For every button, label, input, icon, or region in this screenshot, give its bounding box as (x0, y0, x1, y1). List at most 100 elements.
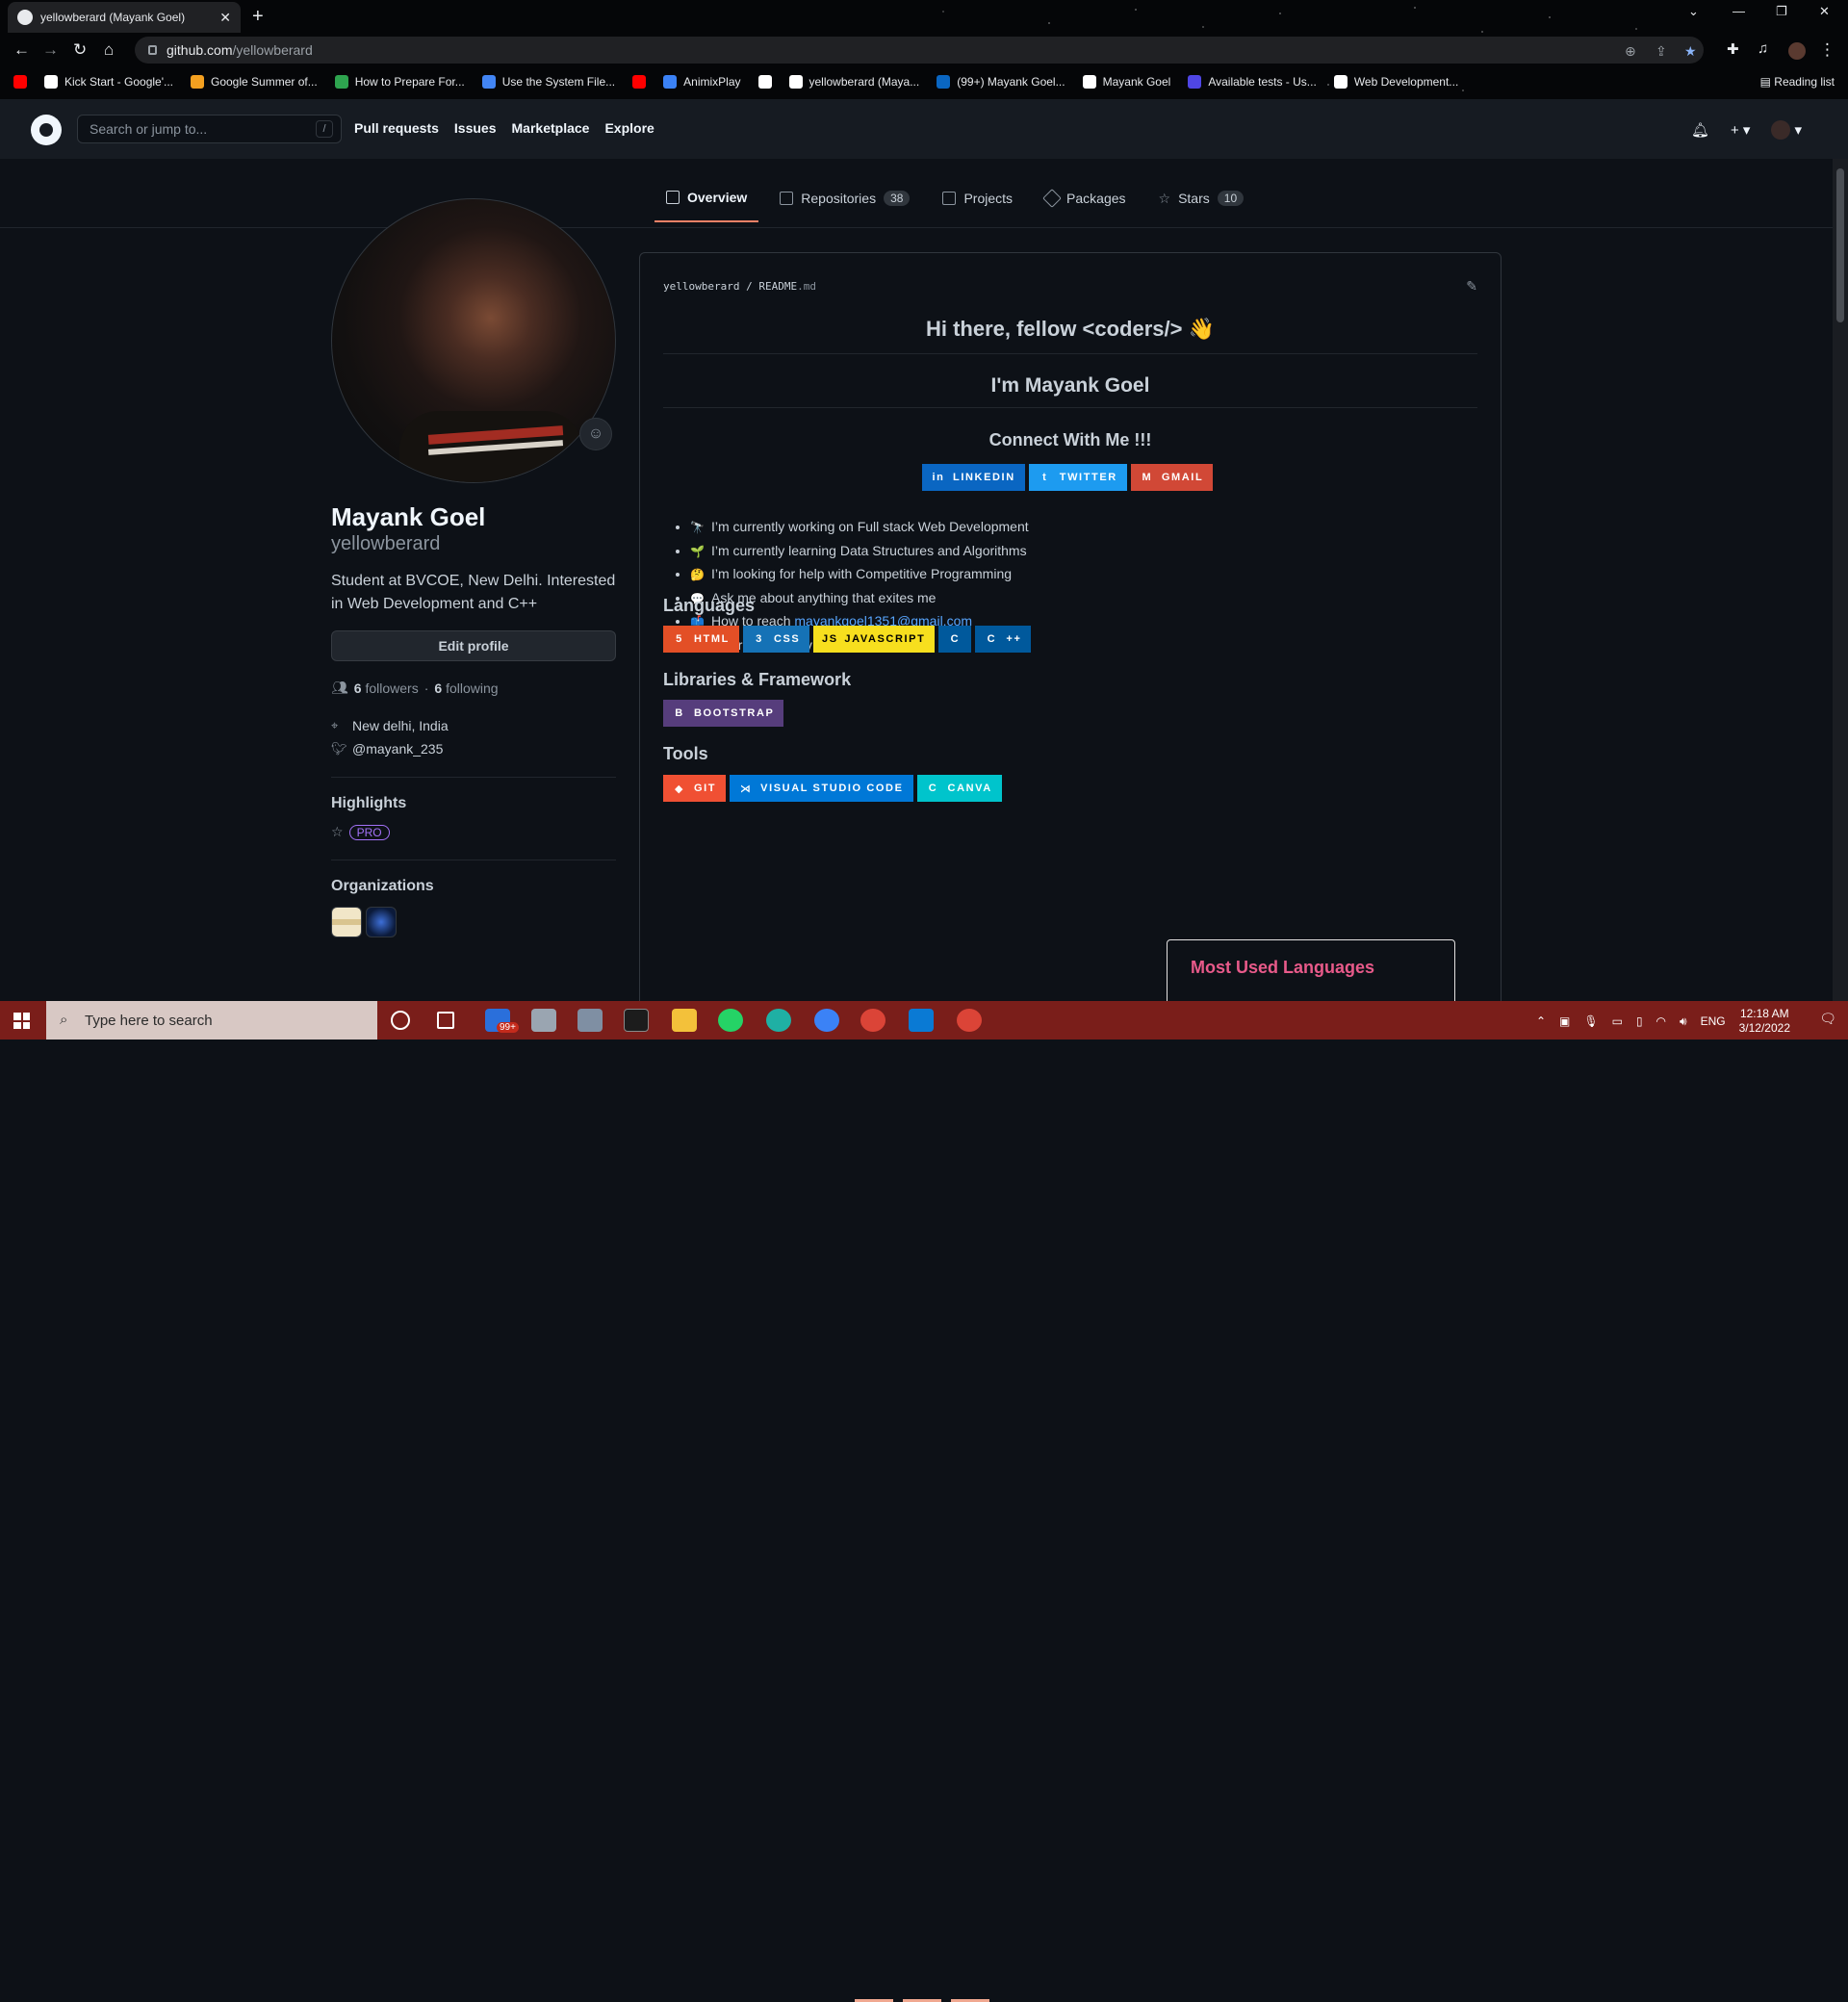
library-badge[interactable]: B BOOTSTRAP (663, 700, 784, 727)
bookmark-item[interactable] (757, 75, 772, 89)
tab-overview[interactable]: Overview (654, 190, 759, 222)
close-tab-icon[interactable]: ✕ (219, 10, 231, 26)
tab-projects[interactable]: Projects (931, 190, 1024, 222)
bookmark-item[interactable]: yellowberard (Maya... (788, 75, 919, 89)
task-view-icon[interactable] (437, 1012, 454, 1029)
media-control-icon[interactable]: ♫ (1758, 40, 1768, 57)
cortana-icon[interactable] (391, 1011, 410, 1030)
browser-tab[interactable]: yellowberard (Mayank Goel) ✕ (8, 2, 241, 33)
readme-owner[interactable]: yellowberard (663, 280, 739, 293)
close-window-icon[interactable]: ✕ (1819, 4, 1830, 19)
bookmark-item[interactable] (13, 75, 27, 89)
edit-pencil-icon[interactable]: ✎ (1466, 278, 1477, 295)
tab-packages[interactable]: Packages (1034, 189, 1137, 222)
calculator-icon[interactable] (531, 1009, 556, 1032)
bookmark-item[interactable]: Mayank Goel (1082, 75, 1170, 89)
restore-icon[interactable]: ❐ (1776, 4, 1787, 19)
social-badge[interactable]: in LINKEDIN (922, 464, 1025, 491)
language-badge[interactable]: C (938, 626, 972, 653)
tab-title: yellowberard (Mayank Goel) (40, 11, 186, 24)
tab-repositories[interactable]: Repositories 38 (768, 190, 921, 222)
bookmark-item[interactable]: (99+) Mayank Goel... (937, 75, 1065, 89)
bookmark-item[interactable]: Web Development... (1333, 75, 1458, 89)
tray-chevron-icon[interactable]: ⌃ (1536, 1014, 1546, 1028)
twitter-item[interactable]: 🐦︎ @mayank_235 (331, 741, 443, 757)
bookmark-item[interactable]: Kick Start - Google'... (44, 75, 173, 89)
tool-badge[interactable]: ⋊ VISUAL STUDIO CODE (730, 775, 913, 802)
share-icon[interactable]: ⇪ (1656, 43, 1667, 60)
social-badge[interactable]: M GMAIL (1130, 464, 1214, 491)
whatsapp-icon[interactable] (718, 1009, 743, 1032)
tab-search-icon[interactable]: ⌄ (1688, 4, 1699, 19)
file-explorer-icon[interactable] (672, 1009, 697, 1032)
following-link[interactable]: 6 following (434, 680, 498, 696)
lock-icon[interactable] (148, 45, 157, 55)
bookmark-item[interactable]: Use the System File... (481, 75, 615, 89)
battery-icon[interactable]: ▯ (1636, 1014, 1643, 1028)
clock[interactable]: 12:18 AM 3/12/2022 (1739, 1007, 1790, 1036)
taskbar-search-input[interactable]: ⌕ Type here to search (46, 1001, 377, 1040)
language-badge[interactable]: 5 HTML (663, 626, 739, 653)
zoom-icon[interactable]: ⊕ (1625, 43, 1636, 60)
profile-avatar-icon[interactable] (1788, 42, 1806, 60)
windows-start-icon[interactable] (13, 1013, 30, 1029)
address-bar[interactable]: github.com/yellowberard ⊕ ⇪ ★ (135, 37, 1704, 64)
menu-kebab-icon[interactable]: ⋮ (1819, 40, 1835, 60)
chrome-profile-icon[interactable] (957, 1009, 982, 1032)
bookmark-star-icon[interactable]: ★ (1684, 43, 1697, 60)
microphone-icon[interactable]: 🎙︎ (1583, 1014, 1598, 1028)
tool-badge[interactable]: C CANVA (916, 775, 1002, 802)
terminal-icon[interactable] (624, 1009, 649, 1032)
bookmark-item[interactable] (632, 75, 647, 89)
tool-badge[interactable]: ◆ GIT (663, 775, 727, 802)
new-tab-icon[interactable]: + (252, 6, 264, 28)
tab-stars[interactable]: ☆ Stars 10 (1147, 190, 1256, 222)
scrollbar-thumb[interactable] (1836, 168, 1844, 322)
pro-badge[interactable]: PRO (348, 824, 390, 840)
github-logo-icon[interactable] (31, 115, 62, 145)
notifications-bell-icon[interactable]: 🔔︎ (1691, 121, 1709, 139)
app-icon[interactable] (814, 1009, 839, 1032)
nav-issues[interactable]: Issues (454, 120, 497, 136)
reload-icon[interactable]: ↻ (73, 40, 87, 60)
social-badge[interactable]: t TWITTER (1028, 464, 1127, 491)
organization-avatar[interactable] (331, 907, 362, 937)
profile-avatar[interactable] (331, 198, 616, 483)
page-scrollbar[interactable] (1833, 159, 1848, 1001)
twitter-handle[interactable]: @mayank_235 (352, 741, 443, 757)
language-badge[interactable]: 3 CSS (742, 626, 810, 653)
volume-icon[interactable]: 🔊︎ (1680, 1014, 1687, 1029)
followers-link[interactable]: 6 followers (354, 680, 419, 696)
language-badge[interactable]: JS JAVASCRIPT (813, 626, 936, 653)
vscode-icon[interactable] (909, 1009, 934, 1032)
bookmark-item[interactable]: How to Prepare For... (334, 75, 465, 89)
search-input[interactable]: Search or jump to... / (77, 115, 342, 143)
edge-icon[interactable] (766, 1009, 791, 1032)
reading-list-button[interactable]: ▤ Reading list (1760, 75, 1835, 89)
display-icon[interactable]: ▭ (1612, 1014, 1623, 1028)
notifications-icon[interactable]: 🗨︎ (1819, 1011, 1836, 1027)
camera-icon[interactable]: ▣ (1559, 1014, 1570, 1028)
forward-icon[interactable]: → (42, 40, 59, 60)
nav-explore[interactable]: Explore (604, 120, 654, 136)
set-status-smiley-icon[interactable]: ☺ (579, 418, 612, 450)
user-menu[interactable]: ▾ (1771, 120, 1802, 140)
home-icon[interactable]: ⌂ (104, 40, 114, 60)
extensions-icon[interactable]: ✚ (1727, 40, 1739, 58)
wifi-icon[interactable]: ◠ (1656, 1014, 1666, 1028)
input-language[interactable]: ENG (1701, 1014, 1726, 1028)
edit-profile-button[interactable]: Edit profile (331, 630, 616, 661)
bookmark-item[interactable]: Available tests - Us... (1188, 75, 1317, 89)
nav-marketplace[interactable]: Marketplace (512, 120, 590, 136)
organization-avatar[interactable] (366, 907, 397, 937)
create-new-dropdown-icon[interactable]: + ▾ (1731, 121, 1750, 139)
nav-pull-requests[interactable]: Pull requests (354, 120, 439, 136)
control-panel-icon[interactable] (578, 1009, 603, 1032)
bookmark-item[interactable]: Google Summer of... (191, 75, 318, 89)
minimize-icon[interactable]: — (1732, 4, 1745, 18)
readme-file[interactable]: README (758, 280, 797, 293)
bookmark-item[interactable]: AnimixPlay (663, 75, 741, 89)
back-icon[interactable]: ← (13, 40, 30, 60)
chrome-icon[interactable] (860, 1009, 886, 1032)
language-badge[interactable]: C ++ (975, 626, 1032, 653)
